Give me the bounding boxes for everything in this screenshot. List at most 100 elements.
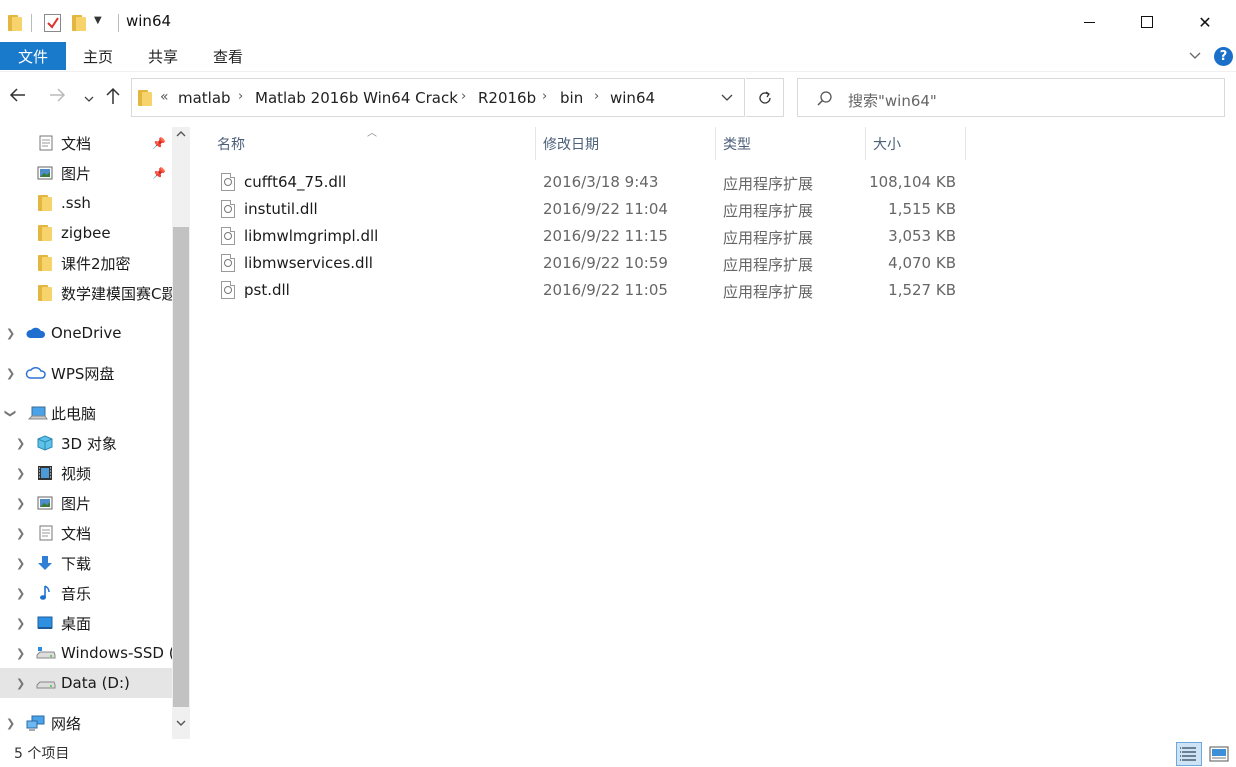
new-folder-icon[interactable]: [72, 15, 86, 31]
nav-item-courseware[interactable]: 课件2加密: [0, 248, 172, 278]
file-name: instutil.dll: [244, 200, 318, 218]
nav-item-data-d[interactable]: ❯ Data (D:): [0, 668, 172, 698]
dll-file-icon: [221, 254, 235, 272]
dll-file-icon: [221, 281, 235, 299]
nav-item-onedrive[interactable]: ❯ OneDrive: [0, 318, 172, 348]
tab-share[interactable]: 共享: [138, 42, 188, 70]
column-header-name[interactable]: 名称 ︿: [196, 127, 536, 160]
maximize-button[interactable]: [1118, 0, 1176, 44]
file-row[interactable]: instutil.dll 2016/9/22 11:04 应用程序扩展 1,51…: [216, 196, 976, 223]
breadcrumb-separator-icon[interactable]: ›: [238, 89, 243, 104]
chevron-right-icon[interactable]: ❯: [16, 497, 25, 510]
scroll-up-icon[interactable]: [172, 129, 190, 140]
back-button[interactable]: [9, 87, 27, 108]
breadcrumb-separator-icon[interactable]: ›: [594, 89, 599, 104]
nav-item-documents-pinned[interactable]: 文档 📌: [0, 128, 172, 158]
forward-button[interactable]: [48, 87, 66, 108]
file-row[interactable]: libmwlmgrimpl.dll 2016/9/22 11:15 应用程序扩展…: [216, 223, 976, 250]
nav-item-3d-objects[interactable]: ❯ 3D 对象: [0, 428, 172, 458]
tab-view[interactable]: 查看: [203, 42, 253, 70]
nav-scrollbar[interactable]: [172, 127, 190, 739]
chevron-right-icon[interactable]: ❯: [6, 367, 15, 380]
nav-item-wps[interactable]: ❯ WPS网盘: [0, 358, 172, 388]
scroll-down-icon[interactable]: [172, 719, 190, 730]
quick-access-dropdown-icon[interactable]: ▼: [94, 15, 102, 26]
search-box[interactable]: 搜索"win64": [797, 78, 1225, 117]
nav-item-pictures-pinned[interactable]: 图片 📌: [0, 158, 172, 188]
file-row[interactable]: pst.dll 2016/9/22 11:05 应用程序扩展 1,527 KB: [216, 277, 976, 304]
column-header-date[interactable]: 修改日期: [536, 127, 716, 160]
chevron-right-icon[interactable]: ❯: [16, 437, 25, 450]
picture-icon: [37, 496, 53, 510]
file-name: pst.dll: [244, 281, 290, 299]
status-bar: 5 个项目: [0, 739, 1236, 767]
cloud-outline-icon: [25, 367, 46, 379]
details-view-button[interactable]: [1176, 742, 1202, 766]
close-button[interactable]: ✕: [1176, 0, 1234, 44]
help-icon[interactable]: ?: [1214, 47, 1233, 66]
nav-item-downloads[interactable]: ❯ 下载: [0, 548, 172, 578]
nav-item-music[interactable]: ❯ 音乐: [0, 578, 172, 608]
refresh-button[interactable]: [746, 78, 784, 117]
chevron-right-icon[interactable]: ❯: [16, 467, 25, 480]
nav-item-documents[interactable]: ❯ 文档: [0, 518, 172, 548]
desktop-icon: [37, 616, 53, 629]
column-header-size[interactable]: 大小: [866, 127, 966, 160]
nav-item-pictures[interactable]: ❯ 图片: [0, 488, 172, 518]
chevron-right-icon[interactable]: ❯: [6, 327, 15, 340]
search-input[interactable]: 搜索"win64": [848, 90, 937, 111]
nav-item-label: 图片: [61, 164, 92, 183]
pin-icon[interactable]: 📌: [152, 167, 166, 180]
folder-icon: [38, 195, 52, 211]
breadcrumb-separator-icon[interactable]: ›: [542, 89, 547, 104]
chevron-right-icon[interactable]: ❯: [16, 677, 25, 690]
nav-item-label: 数学建模国赛C题: [61, 284, 172, 303]
breadcrumb-win64[interactable]: win64: [610, 89, 655, 107]
breadcrumb-bin[interactable]: bin: [560, 89, 583, 107]
nav-item-network[interactable]: ❯ 网络: [0, 708, 172, 738]
chevron-right-icon[interactable]: ❯: [16, 617, 25, 630]
address-history-dropdown[interactable]: [721, 92, 733, 105]
arrow-right-icon: [50, 88, 66, 102]
large-icons-view-button[interactable]: [1208, 743, 1230, 765]
up-button[interactable]: [105, 87, 121, 110]
address-bar[interactable]: « matlab › Matlab 2016b Win64 Crack › R2…: [131, 78, 745, 117]
nav-item-this-pc[interactable]: ❯ 此电脑: [0, 398, 172, 428]
chevron-right-icon[interactable]: ❯: [6, 717, 15, 730]
nav-item-desktop[interactable]: ❯ 桌面: [0, 608, 172, 638]
chevron-down-icon: [721, 94, 733, 101]
nav-item-videos[interactable]: ❯ 视频: [0, 458, 172, 488]
nav-item-ssh[interactable]: .ssh: [0, 188, 172, 218]
chevron-right-icon[interactable]: ❯: [16, 557, 25, 570]
nav-item-math-modeling[interactable]: 数学建模国赛C题: [0, 278, 172, 308]
minimize-button[interactable]: [1060, 0, 1118, 44]
recent-locations-button[interactable]: [84, 92, 94, 106]
nav-item-windows-ssd[interactable]: ❯ Windows-SSD (: [0, 638, 172, 668]
chevron-down-icon[interactable]: ❯: [4, 408, 17, 417]
breadcrumb-overflow[interactable]: «: [160, 89, 169, 105]
file-row[interactable]: cufft64_75.dll 2016/3/18 9:43 应用程序扩展 108…: [216, 169, 976, 196]
breadcrumb-matlab[interactable]: matlab: [178, 89, 231, 107]
minimize-icon: [1083, 21, 1095, 23]
pin-icon[interactable]: 📌: [152, 137, 166, 150]
tab-file[interactable]: 文件: [0, 42, 66, 70]
computer-icon: [28, 406, 48, 420]
address-toolbar: « matlab › Matlab 2016b Win64 Crack › R2…: [0, 76, 1236, 120]
file-row[interactable]: libmwservices.dll 2016/9/22 10:59 应用程序扩展…: [216, 250, 976, 277]
properties-icon[interactable]: [44, 14, 61, 32]
chevron-right-icon[interactable]: ❯: [16, 527, 25, 540]
tab-home[interactable]: 主页: [74, 42, 122, 70]
ribbon-expand-icon[interactable]: [1189, 49, 1201, 63]
nav-item-label: 视频: [61, 464, 92, 483]
nav-item-zigbee[interactable]: zigbee: [0, 218, 172, 248]
breadcrumb-separator-icon[interactable]: ›: [461, 89, 466, 104]
chevron-right-icon[interactable]: ❯: [16, 587, 25, 600]
chevron-right-icon[interactable]: ❯: [16, 647, 25, 660]
breadcrumb-matlab-crack[interactable]: Matlab 2016b Win64 Crack: [255, 89, 458, 107]
breadcrumb-r2016b[interactable]: R2016b: [478, 89, 536, 107]
file-name: libmwlmgrimpl.dll: [244, 227, 379, 245]
scroll-thumb[interactable]: [173, 227, 189, 707]
folder-icon: [38, 255, 52, 271]
cloud-icon: [26, 327, 46, 338]
column-header-type[interactable]: 类型: [716, 127, 866, 160]
